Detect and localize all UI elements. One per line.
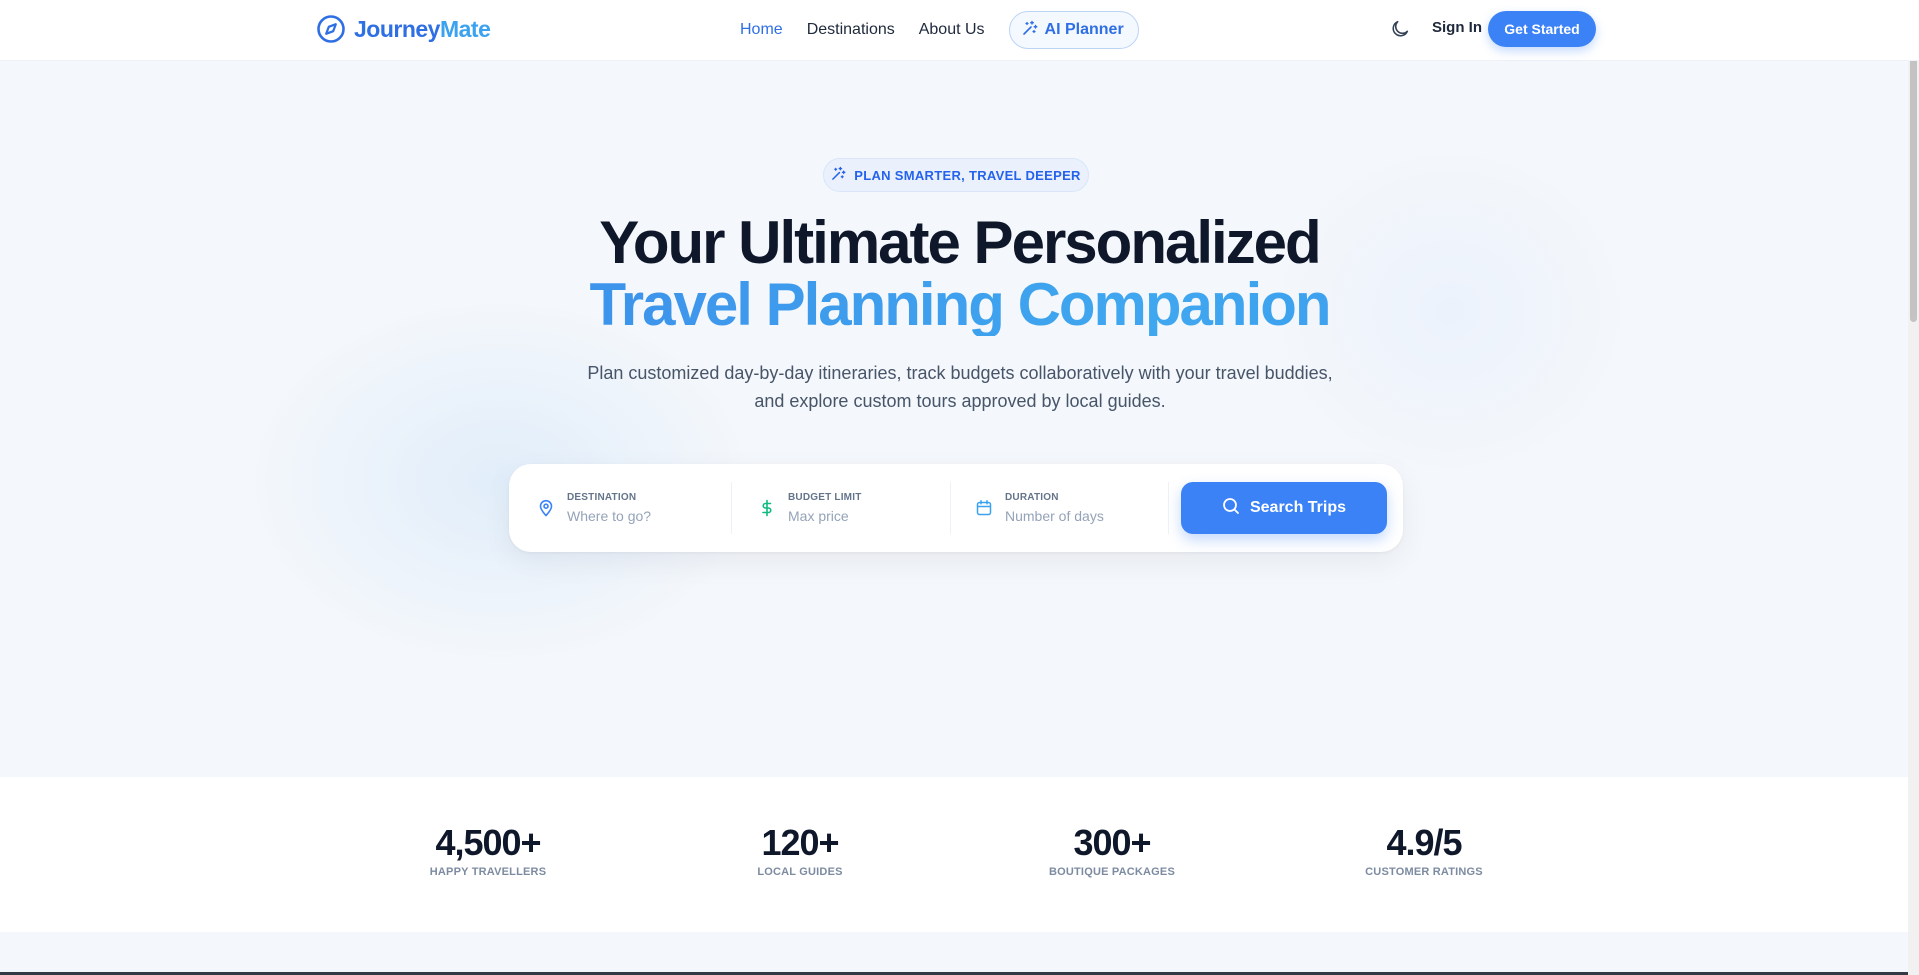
- duration-input[interactable]: [1005, 508, 1155, 524]
- field-divider: [950, 482, 951, 534]
- brand-logo[interactable]: JourneyMate: [316, 13, 491, 45]
- tagline-text: PLAN SMARTER, TRAVEL DEEPER: [854, 167, 1081, 183]
- brand-name: JourneyMate: [354, 15, 491, 43]
- headline-line-1: Your Ultimate Personalized: [599, 209, 1321, 276]
- hero-subtitle: Plan customized day-by-day itineraries, …: [560, 359, 1360, 415]
- page: JourneyMate Home Destinations About Us A…: [0, 0, 1919, 975]
- duration-field[interactable]: DURATION: [975, 478, 1155, 538]
- duration-label: DURATION: [1005, 492, 1059, 503]
- main-nav: Home Destinations About Us AI Planner: [740, 10, 1139, 50]
- tagline-badge: PLAN SMARTER, TRAVEL DEEPER: [823, 158, 1089, 192]
- sparkles-icon: [1022, 20, 1038, 41]
- stat-value: 4,500+: [435, 822, 541, 863]
- destination-field[interactable]: DESTINATION: [537, 478, 717, 538]
- get-started-button[interactable]: Get Started: [1488, 11, 1596, 47]
- dollar-icon: [758, 499, 776, 517]
- compass-icon: [316, 14, 346, 44]
- trip-search-bar: DESTINATION BUDGET LIMIT: [509, 464, 1403, 552]
- page-scrollbar[interactable]: [1908, 0, 1919, 975]
- brand-name-part1: Journey: [354, 15, 440, 42]
- sparkles-icon: [831, 166, 846, 184]
- headline-line-2: Travel Planning Companion: [0, 274, 1919, 336]
- moon-icon[interactable]: [1389, 18, 1411, 40]
- sign-in-link[interactable]: Sign In: [1432, 19, 1482, 36]
- stat-local-guides: 120+ LOCAL GUIDES: [680, 822, 920, 879]
- stats-section: 4,500+ HAPPY TRAVELLERS 120+ LOCAL GUIDE…: [0, 777, 1919, 932]
- stat-boutique-packages: 300+ BOUTIQUE PACKAGES: [992, 822, 1232, 879]
- search-icon: [1222, 497, 1240, 520]
- ai-planner-button[interactable]: AI Planner: [1008, 11, 1139, 49]
- budget-label: BUDGET LIMIT: [788, 492, 862, 503]
- budget-text: BUDGET LIMIT: [788, 492, 938, 524]
- hero-section: PLAN SMARTER, TRAVEL DEEPER Your Ultimat…: [0, 61, 1919, 777]
- duration-text: DURATION: [1005, 492, 1155, 524]
- subtitle-line-2: and explore custom tours approved by loc…: [754, 391, 1166, 411]
- stat-value: 120+: [761, 822, 839, 863]
- stat-label: CUSTOMER RATINGS: [1365, 866, 1483, 878]
- nav-link-home[interactable]: Home: [740, 21, 783, 39]
- stat-customer-ratings: 4.9/5 CUSTOMER RATINGS: [1304, 822, 1544, 879]
- nav-link-about-us[interactable]: About Us: [919, 21, 985, 39]
- stat-happy-travellers: 4,500+ HAPPY TRAVELLERS: [368, 822, 608, 879]
- budget-field[interactable]: BUDGET LIMIT: [758, 478, 938, 538]
- field-divider: [1168, 482, 1169, 534]
- brand-name-part2: Mate: [439, 15, 491, 42]
- destination-label: DESTINATION: [567, 492, 637, 503]
- stat-label: LOCAL GUIDES: [757, 866, 843, 878]
- destination-text: DESTINATION: [567, 492, 717, 524]
- budget-input[interactable]: [788, 508, 938, 524]
- map-pin-icon: [537, 499, 555, 517]
- ai-planner-label: AI Planner: [1044, 21, 1124, 38]
- search-trips-button[interactable]: Search Trips: [1181, 482, 1387, 534]
- top-navbar: JourneyMate Home Destinations About Us A…: [0, 0, 1919, 61]
- subtitle-line-1: Plan customized day-by-day itineraries, …: [587, 363, 1333, 383]
- calendar-icon: [975, 499, 993, 517]
- stat-label: BOUTIQUE PACKAGES: [1048, 866, 1176, 878]
- hero-headline: Your Ultimate Personalized Travel Planni…: [0, 212, 1919, 336]
- destination-input[interactable]: [567, 508, 717, 524]
- nav-link-destinations[interactable]: Destinations: [807, 21, 895, 39]
- stat-value: 300+: [1073, 822, 1151, 863]
- search-trips-label: Search Trips: [1249, 499, 1347, 516]
- stat-label: HAPPY TRAVELLERS: [429, 866, 547, 878]
- field-divider: [731, 482, 732, 534]
- stat-value: 4.9/5: [1386, 822, 1462, 863]
